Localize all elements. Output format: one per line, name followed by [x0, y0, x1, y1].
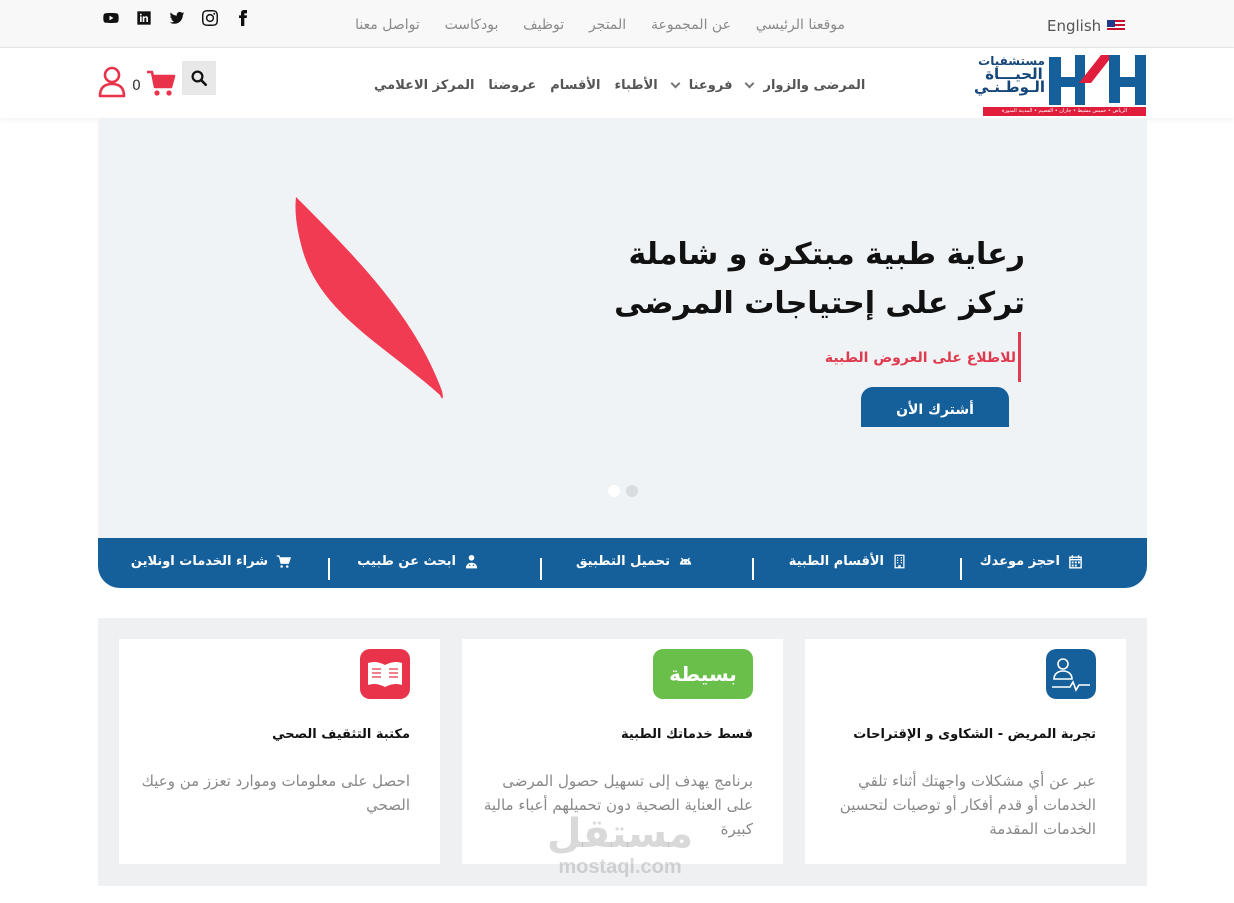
building-icon: [894, 554, 905, 569]
top-nav-main-site[interactable]: موقعنا الرئيسي: [756, 17, 845, 33]
us-flag-icon: [1107, 20, 1126, 32]
hero-title: رعاية طبية مبتكرة و شاملة تركز على إحتيا…: [605, 230, 1025, 328]
patient-feedback-icon: [1046, 649, 1096, 699]
quick-link-label: احجز موعدك: [979, 554, 1060, 569]
services-cards: تجربة المريض - الشكاوى و الإقتراحات عبر …: [98, 618, 1147, 886]
hero-subtitle[interactable]: للاطلاع على العروض الطبية: [825, 350, 1016, 366]
top-nav-contact[interactable]: تواصل معنا: [355, 17, 420, 33]
basita-logo-text: بسيطة: [669, 662, 737, 686]
cart-count: 0: [132, 78, 141, 94]
slider-dot-2[interactable]: [626, 485, 638, 497]
hero-title-line-2: تركز على إحتياجات المرضى: [614, 286, 1025, 321]
nav-doctors[interactable]: الأطباء: [615, 78, 658, 93]
slider-dots: [608, 485, 638, 497]
hospital-logo[interactable]: مستشفيات الحيـــاة الـوطـنـي الرياض • خم…: [974, 51, 1146, 117]
card-installments[interactable]: بسيطة قسط خدماتك الطبية برنامج يهدف إلى …: [462, 639, 783, 864]
quick-link-label: تحميل التطبيق: [575, 554, 670, 569]
card-title: قسط خدماتك الطبية: [620, 727, 753, 742]
top-nav-careers[interactable]: توظيف: [523, 17, 564, 33]
instagram-icon[interactable]: [201, 9, 218, 26]
nav-offers[interactable]: عروضنا: [488, 78, 536, 93]
cart-icon[interactable]: [146, 68, 176, 98]
doctor-icon: [465, 554, 478, 569]
subscribe-now-button[interactable]: أشترك الأن: [861, 387, 1009, 427]
divider: [752, 558, 754, 580]
quick-link-label: ابحث عن طبيب: [357, 554, 456, 569]
hero-subtitle-block: للاطلاع على العروض الطبية: [825, 332, 1021, 382]
quick-link-label: شراء الخدمات اونلاين: [130, 554, 268, 569]
open-book-icon: [360, 649, 410, 699]
logo-mark-icon: [1049, 55, 1146, 105]
chevron-down-icon: [745, 78, 755, 89]
nav-patients-visitors[interactable]: المرضى والزوار: [745, 78, 866, 93]
quick-link-departments[interactable]: الأقسام الطبية: [789, 554, 907, 569]
logo-line-3: الـوطـنـي: [974, 78, 1045, 96]
linkedin-icon[interactable]: [135, 9, 152, 26]
nav-label: المرضى والزوار: [763, 78, 866, 93]
quick-link-download-app[interactable]: تحميل التطبيق: [576, 554, 693, 569]
card-patient-experience[interactable]: تجربة المريض - الشكاوى و الإقتراحات عبر …: [805, 639, 1126, 864]
language-switcher[interactable]: English: [1047, 17, 1126, 35]
twitter-icon[interactable]: [168, 9, 185, 26]
nav-departments[interactable]: الأقسام: [550, 78, 600, 93]
top-nav-about[interactable]: عن المجموعة: [651, 17, 731, 33]
search-button[interactable]: [182, 61, 216, 95]
decorative-swoosh-shape: [295, 197, 443, 399]
nav-media-center[interactable]: المركز الاعلامي: [374, 78, 474, 93]
top-nav-podcast[interactable]: بودكاست: [445, 17, 499, 33]
card-health-library[interactable]: مكتبة التثقيف الصحي احصل على معلومات ومو…: [119, 639, 440, 864]
nav-label: فروعنا: [688, 78, 733, 93]
top-nav: موقعنا الرئيسي عن المجموعة المتجر توظيف …: [355, 17, 845, 33]
user-account-icon[interactable]: [98, 66, 126, 98]
android-icon: [679, 557, 692, 565]
card-title: تجربة المريض - الشكاوى و الإقتراحات: [853, 727, 1096, 742]
hero-slider: رعاية طبية مبتكرة و شاملة تركز على إحتيا…: [98, 118, 1147, 538]
slider-dot-1[interactable]: [608, 485, 620, 497]
card-title: مكتبة التثقيف الصحي: [272, 727, 410, 742]
logo-wordmark: مستشفيات الحيـــاة الـوطـنـي: [974, 55, 1045, 96]
nav-branches[interactable]: فروعنا: [670, 78, 733, 93]
divider: [960, 558, 962, 580]
search-icon: [191, 70, 208, 87]
quick-link-book-appointment[interactable]: احجز موعدك: [980, 554, 1083, 569]
card-text: احصل على معلومات وموارد تعزز من وعيك الص…: [141, 772, 410, 814]
top-nav-store[interactable]: المتجر: [589, 17, 626, 33]
logo-tagline: الرياض • خميس مشيط • جازان • القصيم • ال…: [983, 107, 1146, 116]
quick-links-bar: احجز موعدك الأقسام الطبية تحميل التطبيق …: [98, 538, 1147, 588]
quick-link-find-doctor[interactable]: ابحث عن طبيب: [357, 554, 479, 569]
calendar-icon: [1069, 555, 1082, 569]
divider: [328, 558, 330, 580]
language-label: English: [1047, 17, 1102, 35]
quick-link-label: الأقسام الطبية: [788, 554, 884, 569]
divider: [540, 558, 542, 580]
main-header: مستشفيات الحيـــاة الـوطـنـي الرياض • خم…: [0, 48, 1234, 118]
cart-icon: [276, 555, 291, 568]
main-nav: المرضى والزوار فروعنا الأطباء الأقسام عر…: [360, 78, 865, 93]
hero-title-line-1: رعاية طبية مبتكرة و شاملة: [628, 237, 1025, 272]
youtube-icon[interactable]: [102, 9, 119, 26]
social-links: [102, 9, 267, 26]
facebook-icon[interactable]: [234, 9, 251, 26]
card-text: عبر عن أي مشكلات واجهتك أثناء تلقي الخدم…: [839, 772, 1096, 838]
top-bar: موقعنا الرئيسي عن المجموعة المتجر توظيف …: [0, 0, 1234, 48]
chevron-down-icon: [670, 78, 681, 89]
quick-link-buy-online[interactable]: شراء الخدمات اونلاين: [131, 554, 291, 569]
card-text: برنامج يهدف إلى تسهيل حصول المرضى على ال…: [483, 772, 753, 838]
basita-logo-icon: بسيطة: [653, 649, 753, 699]
